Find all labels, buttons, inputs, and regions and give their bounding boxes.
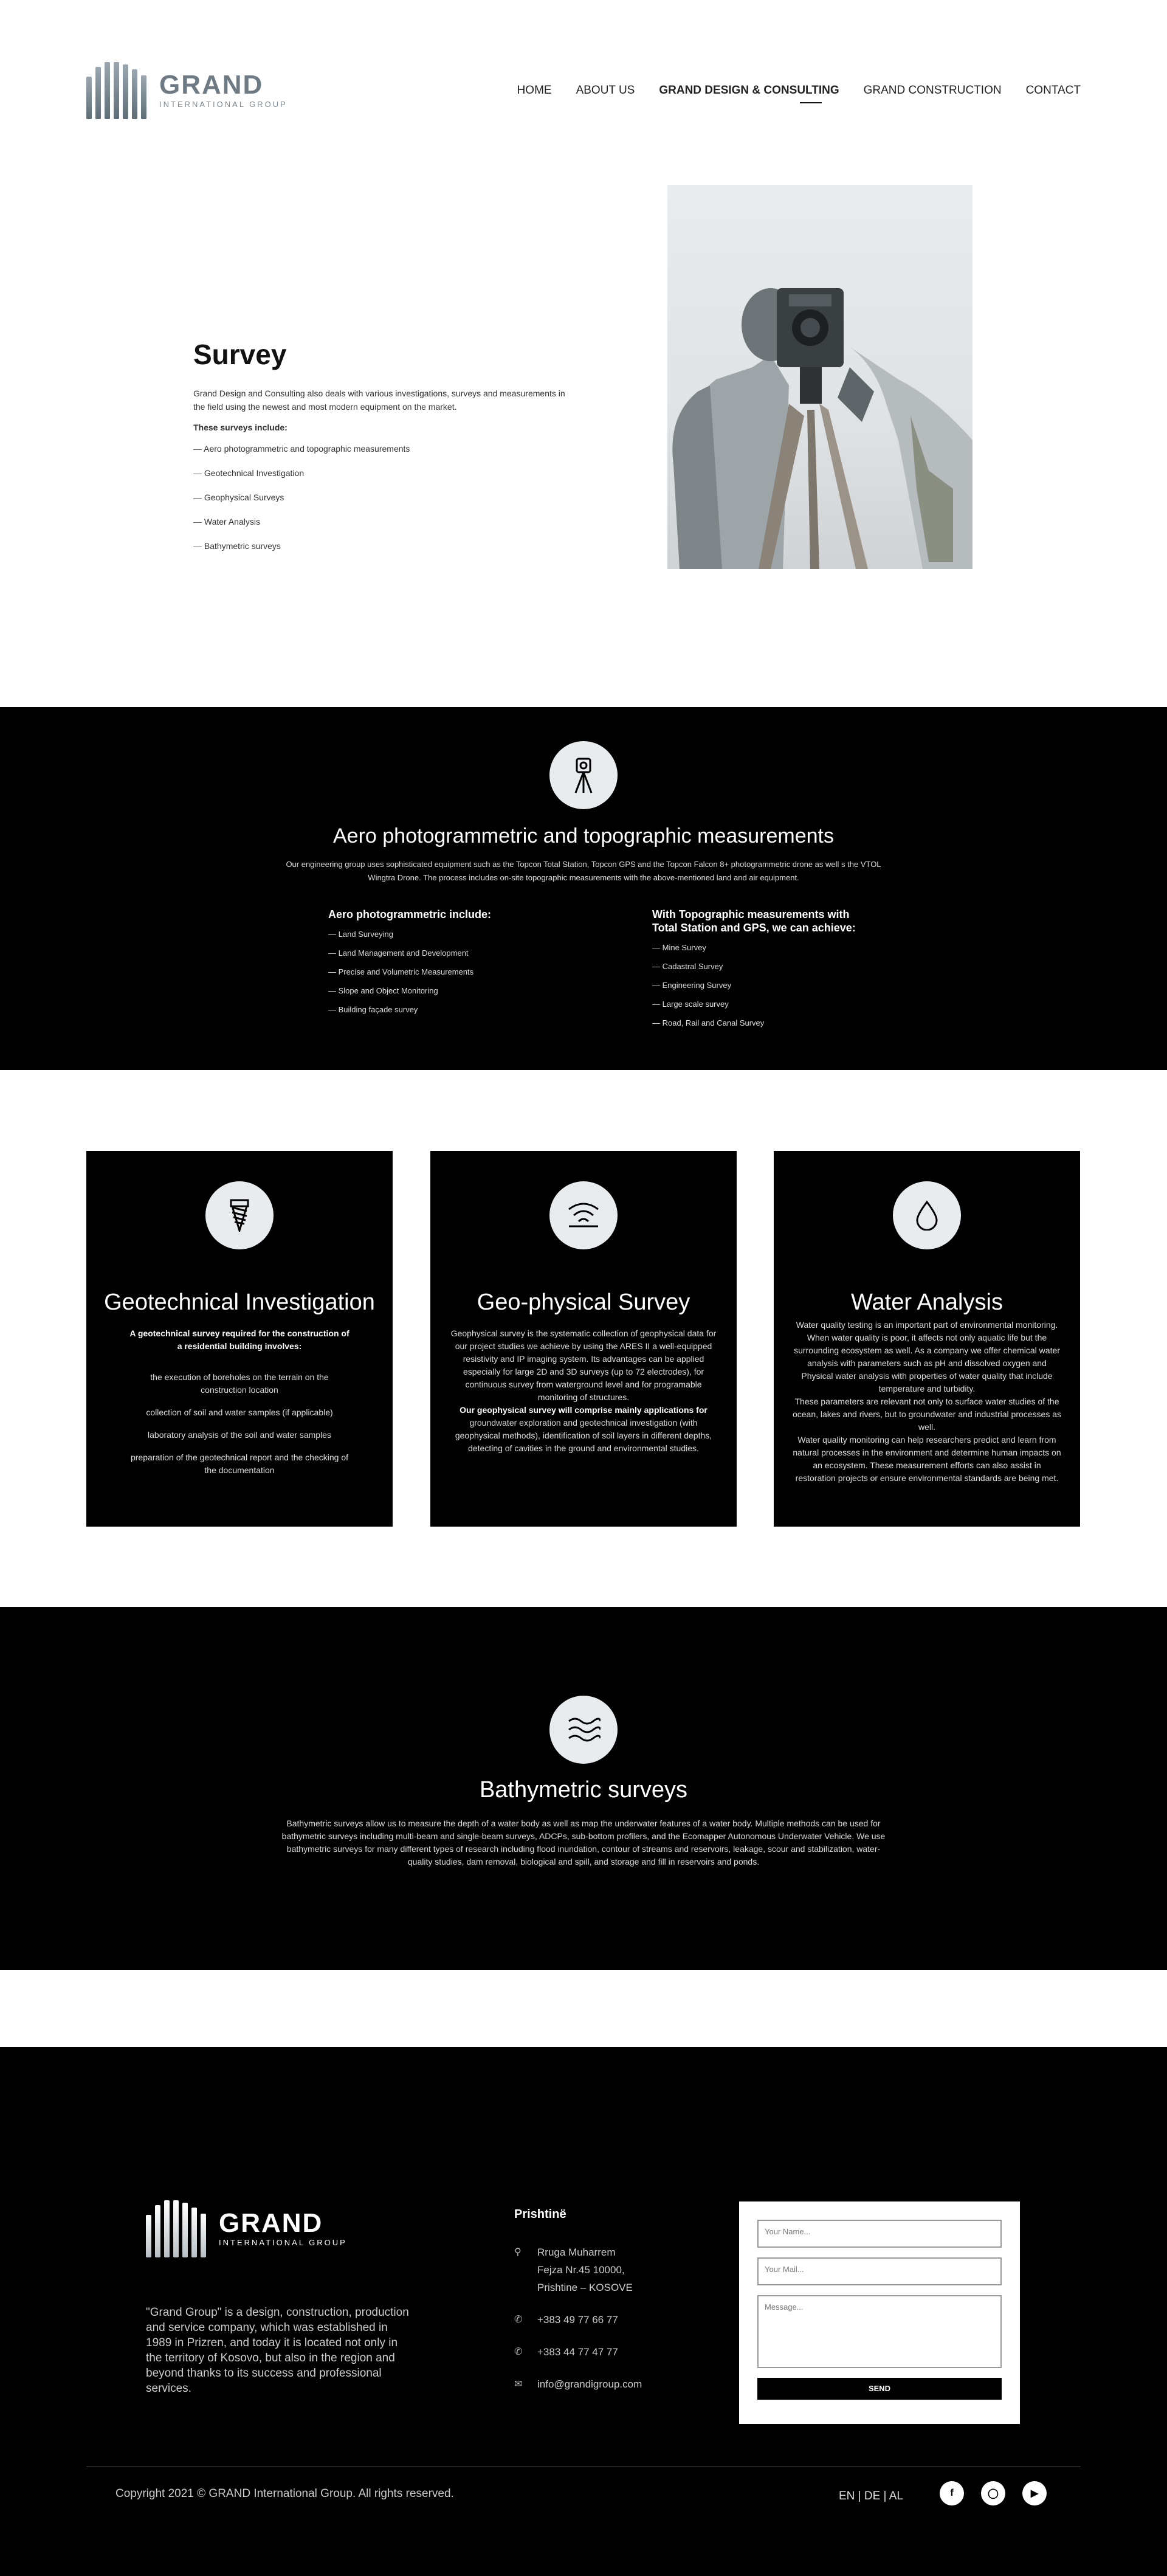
phone-2[interactable]: +383 44 77 47 77 bbox=[537, 2343, 618, 2361]
aero-right-column: With Topographic measurements with Total… bbox=[652, 908, 871, 1037]
geophys-body-2: groundwater exploration and geotechnical… bbox=[455, 1418, 712, 1453]
list-item: preparation of the geotechnical report a… bbox=[130, 1452, 349, 1475]
footer-city: Prishtinë bbox=[514, 2208, 566, 2221]
social-links: f ◯ ▶ bbox=[940, 2481, 1047, 2505]
list-item: Cadastral Survey bbox=[652, 962, 871, 971]
total-station-icon bbox=[549, 741, 618, 809]
geophysical-card: Geo-physical Survey Geophysical survey i… bbox=[430, 1151, 737, 1527]
bathymetric-section: Bathymetric surveys Bathymetric surveys … bbox=[0, 1607, 1167, 1970]
message-textarea[interactable]: Message... bbox=[757, 2295, 1002, 2368]
water-body-3: Water quality monitoring can help resear… bbox=[793, 1435, 1061, 1483]
email-input[interactable]: Your Mail... bbox=[757, 2257, 1002, 2285]
aero-left-column: Aero photogrammetric include: Land Surve… bbox=[328, 908, 584, 1024]
address-row: ⚲ Rruga Muharrem Fejza Nr.45 10000, Pris… bbox=[514, 2243, 642, 2296]
list-item: Land Management and Development bbox=[328, 948, 584, 958]
bathy-title: Bathymetric surveys bbox=[479, 1777, 688, 1803]
language-switcher[interactable]: EN | DE | AL bbox=[839, 2490, 903, 2503]
aero-section: Aero photogrammetric and topographic mea… bbox=[0, 707, 1167, 1070]
water-title: Water Analysis bbox=[851, 1290, 1003, 1315]
footer-about: "Grand Group" is a design, construction,… bbox=[146, 2306, 409, 2395]
list-item: Water Analysis bbox=[193, 517, 570, 527]
survey-list: Aero photogrammetric and topographic mea… bbox=[193, 444, 570, 551]
logo-mark-icon bbox=[86, 61, 147, 119]
main-nav: HOME ABOUT US GRAND DESIGN & CONSULTING … bbox=[517, 84, 1081, 103]
drill-icon bbox=[205, 1181, 274, 1249]
survey-description: Grand Design and Consulting also deals w… bbox=[193, 388, 565, 412]
phone-row[interactable]: ✆ +383 49 77 66 77 bbox=[514, 2311, 642, 2329]
geotech-title: Geotechnical Investigation bbox=[104, 1290, 375, 1315]
aero-left-title: Aero photogrammetric include: bbox=[328, 908, 492, 920]
water-body: Water quality testing is an important pa… bbox=[794, 1320, 1060, 1393]
bathy-description: Bathymetric surveys allow us to measure … bbox=[281, 1818, 886, 1866]
list-item: Building façade survey bbox=[328, 1005, 584, 1014]
surveyor-illustration bbox=[672, 288, 972, 569]
phone-1[interactable]: +383 49 77 66 77 bbox=[537, 2311, 618, 2329]
logo-name: GRAND bbox=[219, 2208, 323, 2238]
send-button[interactable]: SEND bbox=[757, 2378, 1002, 2400]
footer-contact: Prishtinë ⚲ Rruga Muharrem Fejza Nr.45 1… bbox=[514, 2208, 642, 2408]
geophys-title: Geo-physical Survey bbox=[477, 1290, 690, 1315]
list-item: Slope and Object Monitoring bbox=[328, 986, 584, 995]
water-analysis-card: Water Analysis Water quality testing is … bbox=[774, 1151, 1080, 1527]
location-pin-icon: ⚲ bbox=[514, 2247, 522, 2257]
email-link[interactable]: info@grandigroup.com bbox=[537, 2375, 642, 2393]
list-item: Large scale survey bbox=[652, 1000, 871, 1009]
email-row[interactable]: ✉ info@grandigroup.com bbox=[514, 2375, 642, 2393]
nav-grand-design-consulting[interactable]: GRAND DESIGN & CONSULTING bbox=[659, 84, 839, 103]
geotechnical-card: Geotechnical Investigation A geotechnica… bbox=[86, 1151, 393, 1527]
survey-include-label: These surveys include: bbox=[193, 423, 287, 432]
aero-title: Aero photogrammetric and topographic mea… bbox=[333, 824, 834, 848]
list-item: Engineering Survey bbox=[652, 981, 871, 990]
logo-tagline: INTERNATIONAL GROUP bbox=[219, 2237, 347, 2247]
list-item: Bathymetric surveys bbox=[193, 541, 570, 551]
logo-mark-icon bbox=[146, 2199, 207, 2257]
site-logo[interactable]: GRAND INTERNATIONAL GROUP bbox=[86, 61, 287, 119]
list-item: Geophysical Surveys bbox=[193, 492, 570, 502]
logo-name: GRAND bbox=[159, 69, 264, 100]
address-line-1: Rruga Muharrem bbox=[537, 2246, 616, 2258]
mail-icon: ✉ bbox=[514, 2379, 523, 2389]
water-drop-icon bbox=[893, 1181, 961, 1249]
list-item: Geotechnical Investigation bbox=[193, 468, 570, 478]
signal-waves-icon bbox=[549, 1181, 618, 1249]
survey-title: Survey bbox=[193, 339, 287, 370]
list-item: Land Surveying bbox=[328, 930, 584, 939]
list-item: Road, Rail and Canal Survey bbox=[652, 1018, 871, 1027]
aero-description: Our engineering group uses sophisticated… bbox=[286, 860, 881, 882]
list-item: laboratory analysis of the soil and wate… bbox=[148, 1430, 331, 1440]
waves-icon bbox=[549, 1696, 618, 1764]
nav-about-us[interactable]: ABOUT US bbox=[576, 84, 635, 97]
survey-intro: Survey Grand Design and Consulting also … bbox=[193, 338, 570, 565]
site-footer: GRAND INTERNATIONAL GROUP "Grand Group" … bbox=[0, 2047, 1167, 2576]
phone-icon: ✆ bbox=[514, 2315, 523, 2325]
nav-contact[interactable]: CONTACT bbox=[1026, 84, 1081, 97]
logo-tagline: INTERNATIONAL GROUP bbox=[159, 99, 287, 109]
list-item: Aero photogrammetric and topographic mea… bbox=[193, 444, 570, 454]
youtube-icon[interactable]: ▶ bbox=[1022, 2481, 1047, 2505]
contact-form: Your Name... Your Mail... Message... SEN… bbox=[739, 2201, 1020, 2424]
list-item: Precise and Volumetric Measurements bbox=[328, 967, 584, 976]
geophys-body: Geophysical survey is the systematic col… bbox=[450, 1328, 717, 1402]
geotech-lead: A geotechnical survey required for the c… bbox=[129, 1328, 349, 1351]
footer-logo[interactable]: GRAND INTERNATIONAL GROUP bbox=[146, 2199, 347, 2257]
list-item: Mine Survey bbox=[652, 943, 871, 952]
phone-icon: ✆ bbox=[514, 2347, 523, 2357]
site-header: GRAND INTERNATIONAL GROUP HOME ABOUT US … bbox=[0, 0, 1167, 158]
name-input[interactable]: Your Name... bbox=[757, 2220, 1002, 2248]
geophys-lead: Our geophysical survey will comprise mai… bbox=[460, 1405, 707, 1415]
nav-home[interactable]: HOME bbox=[517, 84, 552, 97]
copyright: Copyright 2021 © GRAND International Gro… bbox=[115, 2487, 454, 2500]
facebook-icon[interactable]: f bbox=[940, 2481, 964, 2505]
water-body-2: These parameters are relevant not only t… bbox=[792, 1397, 1062, 1432]
instagram-icon[interactable]: ◯ bbox=[981, 2481, 1005, 2505]
address-line-3: Prishtine – KOSOVE bbox=[537, 2282, 633, 2293]
phone-row[interactable]: ✆ +383 44 77 47 77 bbox=[514, 2343, 642, 2361]
nav-grand-construction[interactable]: GRAND CONSTRUCTION bbox=[864, 84, 1002, 97]
list-item: the execution of boreholes on the terrai… bbox=[150, 1372, 329, 1395]
surveyor-photo bbox=[667, 185, 972, 569]
list-item: collection of soil and water samples (if… bbox=[146, 1407, 333, 1417]
aero-right-title: With Topographic measurements with Total… bbox=[652, 908, 856, 934]
address-line-2: Fejza Nr.45 10000, bbox=[537, 2264, 625, 2276]
